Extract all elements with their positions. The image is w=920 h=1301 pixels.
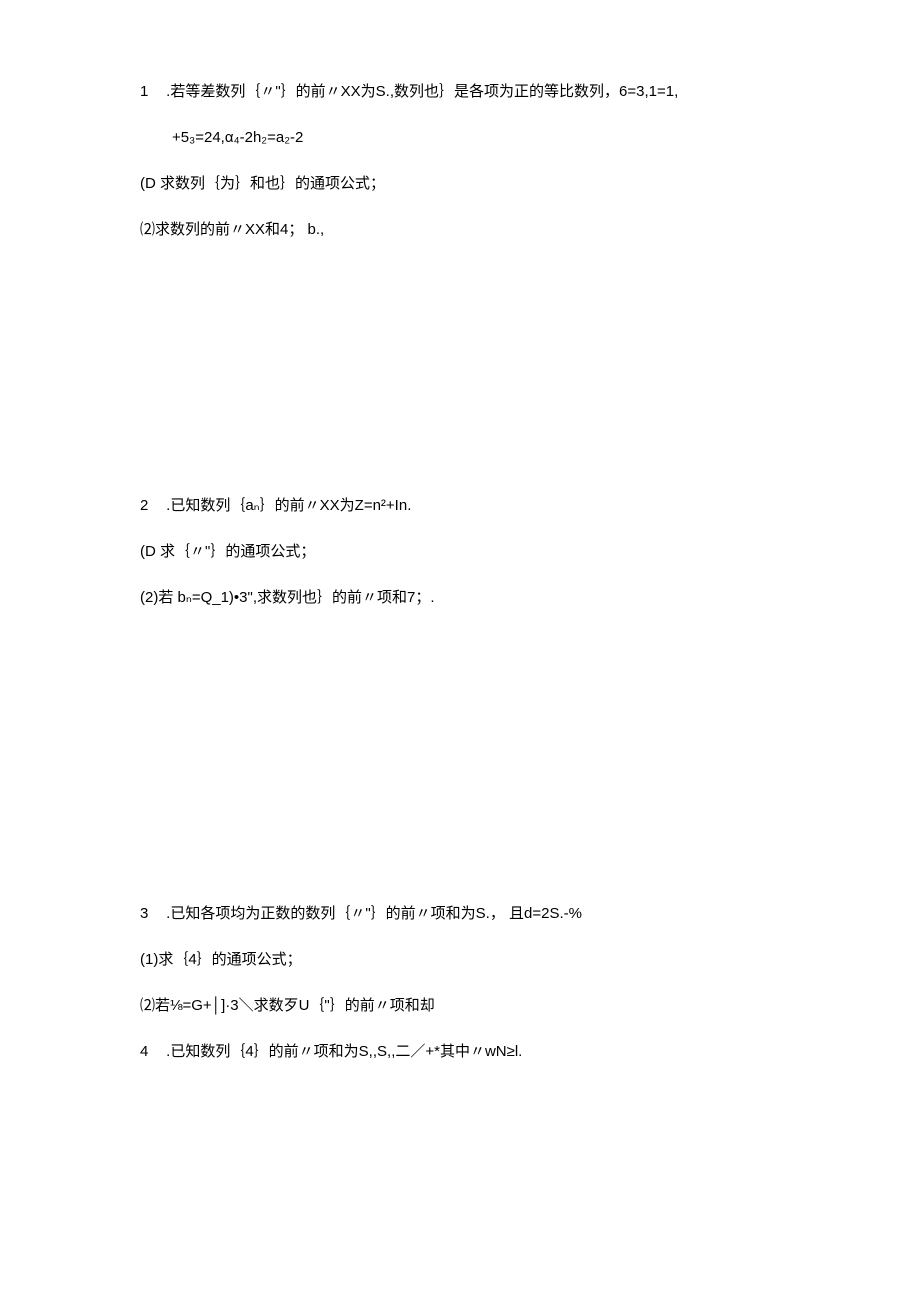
q4-line1: 4 .已知数列｛4｝的前〃项和为S,,S,,二／+*其中〃wN≥l.	[140, 1040, 800, 1064]
q4-number: 4	[140, 1040, 162, 1064]
q1-line1-text: .若等差数列｛〃"｝的前〃XX为S.,数列也｝是各项为正的等比数列，6=3,1=…	[162, 83, 678, 100]
q2-part1: (D 求｛〃"｝的通项公式；	[140, 540, 800, 564]
q3-line1: 3 .已知各项均为正数的数列｛〃"｝的前〃项和为S.， 且d=2S.-%	[140, 902, 800, 926]
q2-line1: 2 .已知数列｛aₙ｝的前〃XX为Z=n²+In.	[140, 494, 800, 518]
document-page: 1 .若等差数列｛〃"｝的前〃XX为S.,数列也｝是各项为正的等比数列，6=3,…	[0, 0, 920, 1166]
q4-line1-text: .已知数列｛4｝的前〃项和为S,,S,,二／+*其中〃wN≥l.	[162, 1043, 522, 1060]
q3-number: 3	[140, 902, 162, 926]
q3-line1-text: .已知各项均为正数的数列｛〃"｝的前〃项和为S.， 且d=2S.-%	[162, 905, 582, 922]
q1-line1: 1 .若等差数列｛〃"｝的前〃XX为S.,数列也｝是各项为正的等比数列，6=3,…	[140, 80, 800, 104]
q1-line2-text: +5₃=24,α₄-2h₂=a₂-2	[172, 129, 303, 146]
q3-part2: ⑵若⅛=G+│]·3＼求数歹U｛"｝的前〃项和却	[140, 994, 800, 1018]
q1-part2: ⑵求数列的前〃XX和4； b.,	[140, 218, 800, 242]
q1-line2: +5₃=24,α₄-2h₂=a₂-2	[140, 126, 800, 150]
q2-number: 2	[140, 494, 162, 518]
q2-part2: (2)若 bₙ=Q_1)•3",求数列也｝的前〃项和7；.	[140, 586, 800, 610]
spacer-1	[140, 264, 800, 494]
q2-line1-text: .已知数列｛aₙ｝的前〃XX为Z=n²+In.	[162, 497, 411, 514]
q3-part1: (1)求｛4｝的通项公式；	[140, 948, 800, 972]
q1-part1: (D 求数列｛为｝和也｝的通项公式；	[140, 172, 800, 196]
spacer-2	[140, 632, 800, 902]
q1-number: 1	[140, 80, 162, 104]
